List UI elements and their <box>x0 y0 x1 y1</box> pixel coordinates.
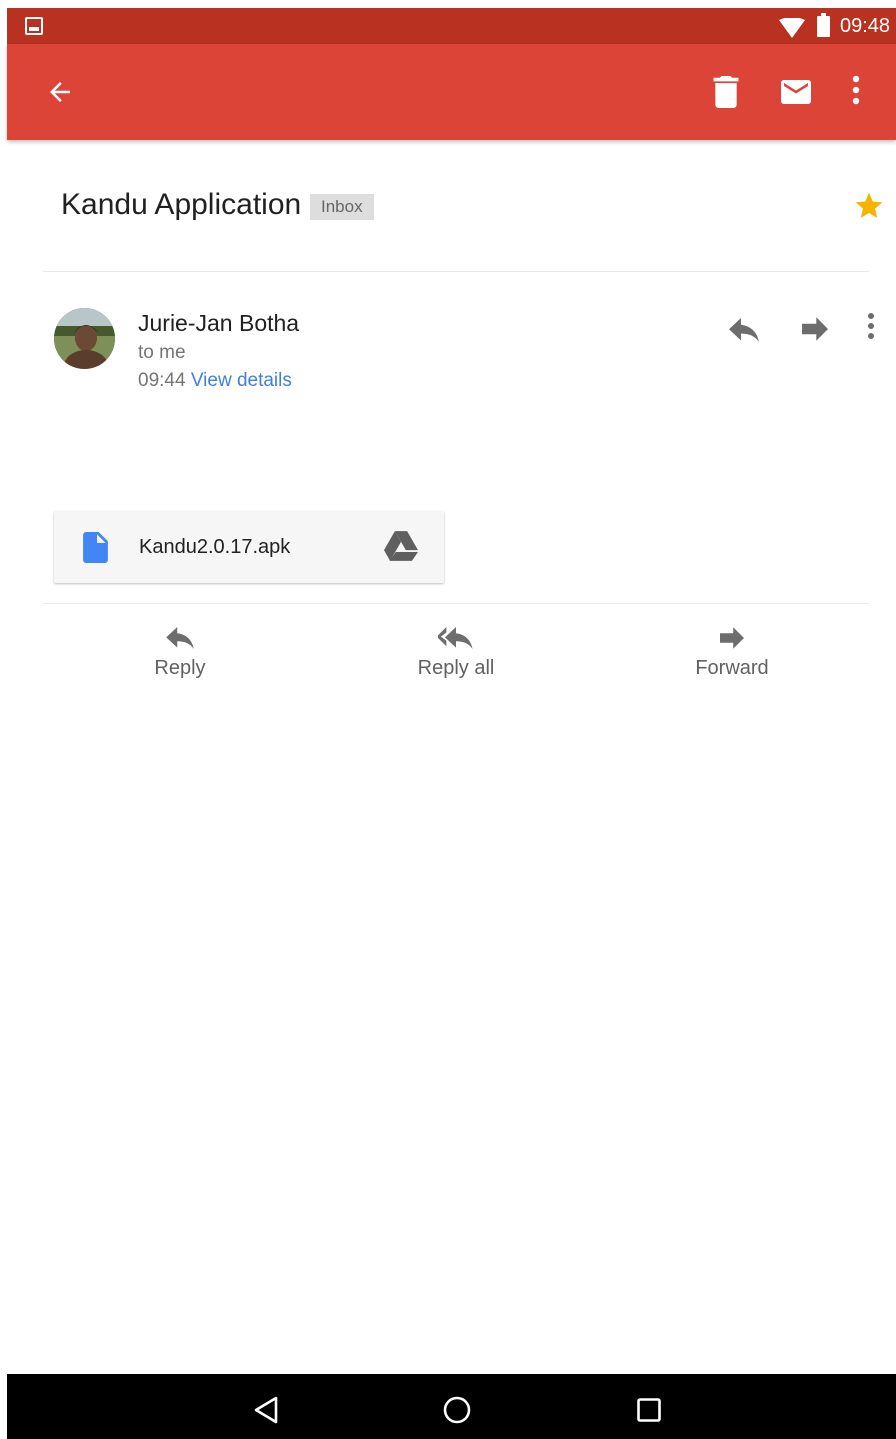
attachment-card[interactable]: Kandu2.0.17.apk <box>54 511 444 583</box>
delete-icon[interactable] <box>713 76 739 108</box>
divider <box>43 603 869 604</box>
toolbar <box>7 44 896 140</box>
reply-label: Reply <box>154 657 206 679</box>
mark-unread-icon[interactable] <box>780 80 812 104</box>
status-time: 09:48 <box>840 15 891 37</box>
message-more-icon[interactable] <box>867 312 875 340</box>
forward-button[interactable]: Forward <box>642 623 822 680</box>
wifi-icon <box>779 18 805 38</box>
back-arrow-icon[interactable] <box>45 77 75 107</box>
forward-label: Forward <box>695 657 769 679</box>
file-icon <box>83 532 108 563</box>
inbox-label-chip[interactable]: Inbox <box>310 194 374 220</box>
email-view: 09:48 Kandu Application Inbox Jurie-Jan … <box>7 8 896 1439</box>
sender-row: Jurie-Jan Botha to me 09:44 View details <box>7 298 896 408</box>
divider <box>43 271 869 272</box>
reply-all-label: Reply all <box>417 657 495 679</box>
star-icon[interactable] <box>853 190 885 222</box>
status-bar: 09:48 <box>7 8 896 44</box>
view-details-link[interactable]: View details <box>191 370 292 391</box>
email-meta: 09:44 View details <box>138 370 292 392</box>
gallery-notification-icon <box>25 17 43 35</box>
avatar-photo <box>54 308 115 369</box>
more-options-icon[interactable] <box>852 75 860 105</box>
reply-all-icon <box>438 627 473 649</box>
sender-avatar[interactable] <box>54 308 115 369</box>
subject-row: Kandu Application Inbox <box>7 140 896 272</box>
message-actions: Reply Reply all Forward <box>7 623 896 703</box>
email-subject: Kandu Application <box>61 188 302 221</box>
reply-button[interactable]: Reply <box>90 623 270 680</box>
reply-all-button[interactable]: Reply all <box>366 623 546 680</box>
forward-icon <box>720 627 744 649</box>
forward-icon[interactable] <box>802 317 828 341</box>
sender-name: Jurie-Jan Botha <box>138 310 300 336</box>
save-to-drive-icon[interactable] <box>384 531 418 561</box>
battery-icon <box>817 13 830 37</box>
nav-home-icon[interactable] <box>443 1396 471 1424</box>
nav-recents-icon[interactable] <box>637 1398 661 1422</box>
recipient-line: to me <box>138 342 186 363</box>
nav-back-icon[interactable] <box>253 1396 279 1424</box>
reply-icon[interactable] <box>729 318 759 342</box>
reply-icon <box>166 627 194 649</box>
attachment-file-name: Kandu2.0.17.apk <box>139 536 291 558</box>
navigation-bar <box>7 1374 896 1439</box>
email-time: 09:44 <box>138 370 186 391</box>
